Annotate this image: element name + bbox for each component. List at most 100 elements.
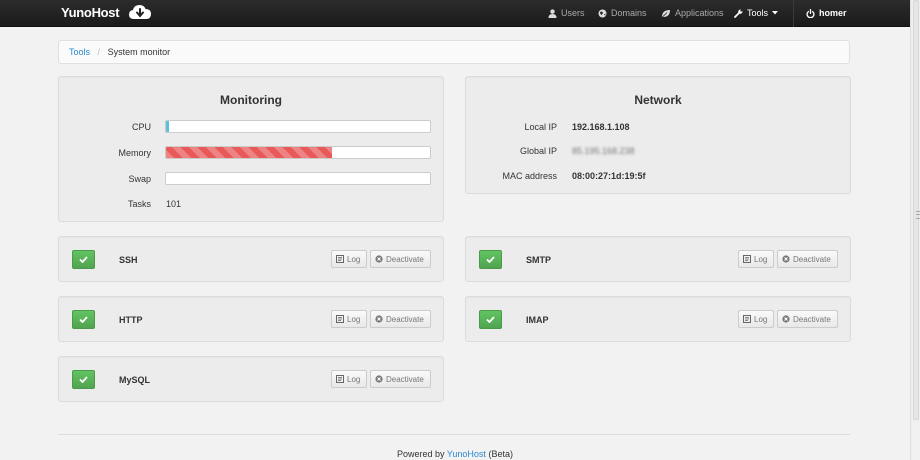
power-icon — [806, 8, 815, 18]
mysql-status-check-button[interactable] — [72, 370, 95, 389]
service-panel-mysql: MySQL Log Deactivate — [58, 356, 444, 402]
footer-yunohost-link[interactable]: YunoHost — [447, 449, 486, 459]
ssh-log-button[interactable]: Log — [331, 250, 367, 268]
nav-user-label: homer — [819, 8, 847, 18]
log-label: Log — [347, 254, 361, 264]
deactivate-label: Deactivate — [793, 254, 831, 264]
mysql-log-button[interactable]: Log — [331, 370, 367, 388]
mac-address-value: 08:00:27:1d:19:5f — [572, 171, 646, 181]
service-name: SSH — [119, 255, 138, 265]
tasks-value: 101 — [166, 199, 182, 209]
check-icon — [486, 256, 495, 263]
footer-divider — [58, 434, 850, 435]
log-label: Log — [347, 374, 361, 384]
breadcrumb-separator: / — [97, 47, 101, 57]
log-icon — [743, 255, 751, 263]
check-icon — [486, 316, 495, 323]
smtp-log-button[interactable]: Log — [738, 250, 774, 268]
check-icon — [79, 256, 88, 263]
nav-domains[interactable]: Domains — [598, 8, 647, 18]
smtp-deactivate-button[interactable]: Deactivate — [777, 250, 838, 268]
network-panel: Network Local IP 192.168.1.108 Global IP… — [465, 76, 851, 194]
scrollbar-thumb[interactable] — [913, 0, 920, 420]
cpu-progress-fill — [166, 121, 169, 132]
network-title: Network — [634, 93, 682, 107]
memory-label: Memory — [118, 148, 151, 158]
footer-prefix: Powered by — [397, 449, 445, 459]
remove-circle-icon — [782, 255, 790, 263]
http-status-check-button[interactable] — [72, 310, 95, 329]
deactivate-label: Deactivate — [386, 374, 424, 384]
log-label: Log — [347, 314, 361, 324]
remove-circle-icon — [375, 315, 383, 323]
service-name: MySQL — [119, 375, 151, 385]
log-icon — [336, 315, 344, 323]
monitoring-panel: Monitoring CPU Memory Swap Tasks 101 — [58, 76, 444, 222]
nav-applications-label: Applications — [675, 8, 724, 18]
log-icon — [743, 315, 751, 323]
remove-circle-icon — [375, 375, 383, 383]
ssh-status-check-button[interactable] — [72, 250, 95, 269]
nav-user-menu[interactable]: homer — [806, 8, 847, 18]
mysql-deactivate-button[interactable]: Deactivate — [370, 370, 431, 388]
log-icon — [336, 255, 344, 263]
breadcrumb-tools-link[interactable]: Tools — [69, 47, 90, 57]
deactivate-label: Deactivate — [793, 314, 831, 324]
nav-tools-label: Tools — [747, 8, 769, 18]
service-panel-smtp: SMTP Log Deactivate — [465, 236, 851, 282]
footer-suffix: (Beta) — [488, 449, 513, 459]
http-deactivate-button[interactable]: Deactivate — [370, 310, 431, 328]
wrench-icon — [734, 9, 743, 18]
cloud-logo-icon[interactable] — [128, 3, 152, 23]
service-panel-imap: IMAP Log Deactivate — [465, 296, 851, 342]
cpu-label: CPU — [131, 122, 151, 132]
check-icon — [79, 376, 88, 383]
user-icon — [548, 8, 557, 18]
imap-status-check-button[interactable] — [479, 310, 502, 329]
breadcrumb: Tools / System monitor — [58, 40, 850, 64]
imap-deactivate-button[interactable]: Deactivate — [777, 310, 838, 328]
leaf-icon — [662, 9, 670, 17]
global-ip-value: 85.195.168.238 — [572, 146, 635, 156]
page-scrollbar[interactable] — [910, 0, 920, 460]
footer: Powered by YunoHost (Beta) — [0, 449, 910, 459]
globe-icon — [598, 9, 607, 17]
ssh-deactivate-button[interactable]: Deactivate — [370, 250, 431, 268]
log-icon — [336, 375, 344, 383]
breadcrumb-current: System monitor — [107, 47, 171, 57]
remove-circle-icon — [375, 255, 383, 263]
nav-users-label: Users — [561, 8, 585, 18]
remove-circle-icon — [782, 315, 790, 323]
scrollbar-grip — [916, 211, 920, 219]
nav-divider — [793, 0, 794, 27]
service-name: IMAP — [526, 315, 549, 325]
global-ip-label: Global IP — [519, 146, 557, 156]
log-label: Log — [754, 314, 768, 324]
deactivate-label: Deactivate — [386, 314, 424, 324]
service-panel-ssh: SSH Log Deactivate — [58, 236, 444, 282]
nav-domains-label: Domains — [611, 8, 647, 18]
http-log-button[interactable]: Log — [331, 310, 367, 328]
mac-address-label: MAC address — [502, 171, 557, 181]
top-navbar: YunoHost Users Domains Applications Tool… — [0, 0, 910, 27]
log-label: Log — [754, 254, 768, 264]
local-ip-value: 192.168.1.108 — [572, 122, 630, 132]
caret-down-icon — [772, 11, 779, 15]
local-ip-label: Local IP — [524, 122, 557, 132]
smtp-status-check-button[interactable] — [479, 250, 502, 269]
brand-name[interactable]: YunoHost — [61, 5, 120, 20]
service-panel-http: HTTP Log Deactivate — [58, 296, 444, 342]
nav-tools-dropdown[interactable]: Tools — [734, 8, 779, 18]
swap-progress-bar — [165, 172, 431, 185]
check-icon — [79, 316, 88, 323]
tasks-label: Tasks — [127, 199, 151, 209]
nav-applications[interactable]: Applications — [661, 8, 724, 18]
memory-progress-bar — [165, 146, 431, 159]
cpu-progress-bar — [165, 120, 431, 133]
imap-log-button[interactable]: Log — [738, 310, 774, 328]
service-name: HTTP — [119, 315, 143, 325]
deactivate-label: Deactivate — [386, 254, 424, 264]
nav-users[interactable]: Users — [548, 8, 585, 18]
service-name: SMTP — [526, 255, 552, 265]
swap-label: Swap — [128, 174, 151, 184]
